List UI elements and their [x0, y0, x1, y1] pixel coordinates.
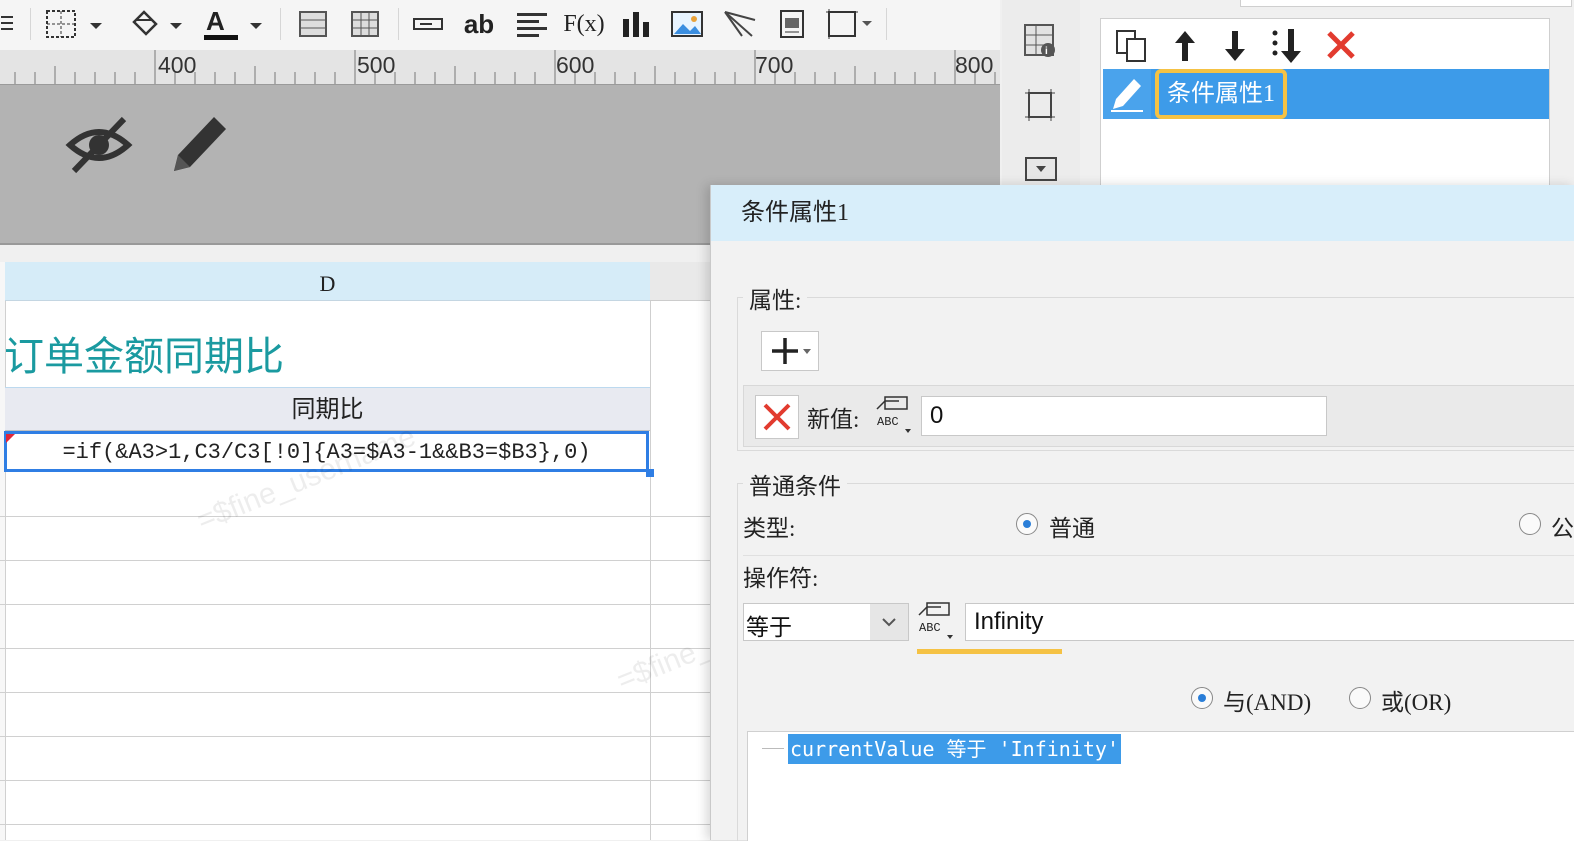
row-line [0, 780, 710, 781]
edit-icon[interactable] [1103, 69, 1151, 119]
row-line [0, 516, 710, 517]
row-line [0, 736, 710, 737]
cell-marker [6, 434, 15, 443]
new-value-label: 新值: [807, 407, 860, 432]
delete-icon[interactable] [1321, 25, 1361, 65]
hide-icon[interactable] [64, 113, 134, 177]
or-label: 或(OR) [1381, 690, 1452, 715]
row-line [0, 560, 710, 561]
menu-icon[interactable] [0, 6, 16, 42]
move-bottom-icon[interactable] [1267, 25, 1307, 65]
text-field-icon[interactable] [410, 6, 446, 42]
borders-icon[interactable] [44, 6, 106, 42]
abc-type-icon[interactable]: ABC [917, 601, 955, 639]
chevron-down-icon[interactable] [870, 604, 908, 640]
condition-list: 条件属性1 [1100, 18, 1550, 190]
divider [743, 555, 1574, 556]
column-header-e[interactable] [650, 262, 710, 301]
column-divider [650, 262, 651, 840]
condition-expression[interactable]: currentValue 等于 'Infinity' [788, 734, 1121, 764]
widget-frame-icon[interactable] [1022, 86, 1058, 124]
spreadsheet: D 订单金额同期比 同期比 =if(&A3>1,C3/C3[!0]{A3=$A3… [0, 262, 840, 840]
svg-text:ABC: ABC [919, 621, 941, 635]
and-radio[interactable] [1191, 687, 1213, 709]
condition-tree: currentValue 等于 'Infinity' [747, 731, 1574, 841]
row-line [0, 692, 710, 693]
add-attribute-button[interactable] [761, 331, 819, 371]
bar-chart-icon[interactable] [618, 6, 654, 42]
report-title[interactable]: 订单金额同期比 [4, 324, 284, 382]
fill-handle[interactable] [646, 469, 654, 477]
fill-color-icon[interactable] [126, 6, 186, 42]
row-line [0, 824, 710, 825]
normal-condition-label: 普通条件 [743, 467, 847, 501]
type-formula-radio[interactable] [1519, 513, 1541, 535]
attributes-label: 属性: [743, 281, 808, 315]
ruler-label-600: 600 [556, 52, 595, 78]
operand-value-input[interactable]: Infinity [965, 603, 1574, 641]
header-cell[interactable]: 同期比 [5, 387, 650, 431]
new-value-input[interactable]: 0 [921, 396, 1327, 436]
column-header-d[interactable]: D [5, 262, 650, 301]
edit-pencil-icon[interactable] [166, 111, 232, 175]
cell-attributes-icon[interactable]: i [1022, 22, 1058, 60]
row-line [0, 648, 710, 649]
type-normal-label: 普通 [1049, 516, 1095, 541]
panel-top-edge [1240, 0, 1572, 7]
table-icon[interactable] [348, 6, 382, 42]
operator-select[interactable]: 等于 [743, 603, 909, 641]
type-normal-radio[interactable] [1016, 513, 1038, 535]
side-icon-strip: i [1002, 0, 1080, 185]
font-color-icon[interactable]: A [200, 6, 266, 42]
text-ab-icon[interactable]: ab [460, 6, 498, 42]
move-up-icon[interactable] [1167, 25, 1203, 65]
horizontal-ruler: 400 500 600 700 800 [0, 50, 1000, 85]
ruler-ticks [14, 50, 996, 84]
type-label: 类型: [743, 516, 796, 541]
align-icon[interactable] [512, 6, 552, 42]
operator-value: 等于 [746, 615, 792, 640]
type-formula-label: 公 [1551, 516, 1574, 541]
tree-connector [762, 748, 784, 749]
dialog-title-bar: 条件属性1 [711, 185, 1574, 241]
copy-icon[interactable] [1113, 25, 1153, 65]
highlight-underline [917, 649, 1062, 654]
operator-label: 操作符: [743, 566, 819, 591]
svg-text:A: A [206, 6, 225, 36]
and-label: 与(AND) [1223, 690, 1312, 715]
condition-item-label[interactable]: 条件属性1 [1155, 69, 1287, 119]
svg-text:i: i [1045, 46, 1048, 57]
ruler-label-800: 800 [955, 52, 994, 78]
row-line [0, 604, 710, 605]
formula-label: F(x) [563, 10, 605, 37]
dialog-title: 条件属性1 [741, 200, 849, 226]
sub-report-icon[interactable] [774, 6, 810, 42]
ruler-label-400: 400 [158, 52, 197, 78]
condition-list-item[interactable]: 条件属性1 [1103, 69, 1549, 119]
ab-label: ab [463, 8, 495, 39]
main-toolbar: A ab F(x) [0, 0, 1000, 50]
ruler-label-500: 500 [357, 52, 396, 78]
frame-icon[interactable] [824, 6, 874, 42]
or-radio[interactable] [1349, 687, 1371, 709]
merge-cells-icon[interactable] [296, 6, 330, 42]
dropdown-widget-icon[interactable] [1024, 154, 1058, 184]
ruler-label-700: 700 [755, 52, 794, 78]
image-icon[interactable] [668, 6, 706, 42]
formula-icon[interactable]: F(x) [563, 6, 605, 42]
slash-line-icon[interactable] [720, 6, 760, 42]
abc-type-icon[interactable]: ABC [875, 395, 913, 433]
condition-attribute-dialog: 条件属性1 属性: 新值: ABC 0 普通条件 类型: 普通 公 操作符: 等… [710, 185, 1574, 841]
svg-text:ABC: ABC [877, 415, 899, 429]
remove-attribute-button[interactable] [755, 395, 799, 439]
move-down-icon[interactable] [1217, 25, 1253, 65]
